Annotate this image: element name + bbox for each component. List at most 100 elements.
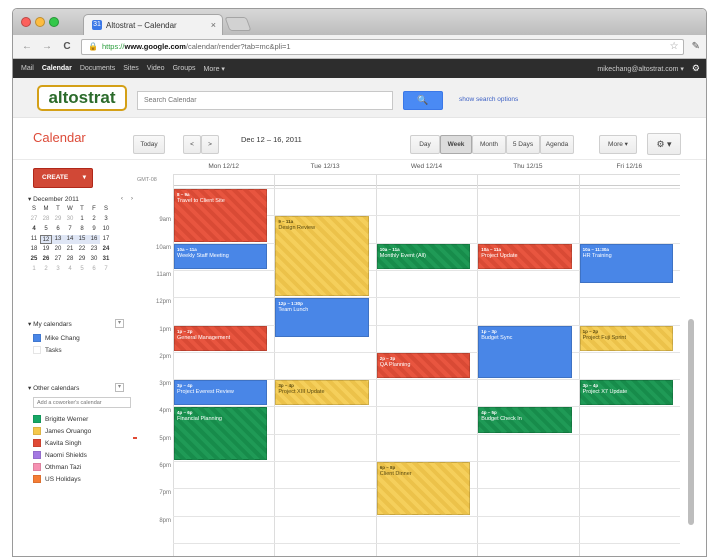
day-header[interactable]: Thu 12/15 (477, 160, 578, 174)
calendar-event[interactable]: 3p – 4p Project Everest Review (174, 380, 268, 406)
calendar-color-swatch[interactable] (33, 334, 41, 342)
mini-calendar-day[interactable]: 21 (64, 245, 76, 254)
view-day-button[interactable]: Day (410, 135, 440, 154)
mini-calendar-day[interactable]: 24 (100, 245, 112, 254)
mini-calendar-day[interactable]: 15 (76, 235, 88, 244)
my-calendars-header[interactable]: ▾ My calendars ▾ (28, 319, 128, 328)
gbar-item-sites[interactable]: Sites (123, 65, 139, 72)
calendar-color-swatch[interactable] (33, 463, 41, 471)
day-header[interactable]: Wed 12/14 (376, 160, 477, 174)
zoom-window-icon[interactable] (49, 17, 59, 27)
mini-calendar-day[interactable]: 13 (52, 235, 64, 244)
mini-calendar-day[interactable]: 18 (28, 245, 40, 254)
calendar-color-swatch[interactable] (33, 346, 41, 354)
search-input[interactable] (137, 91, 393, 110)
calendar-event[interactable]: 1p – 2p General Management (174, 325, 268, 351)
gbar-item-mail[interactable]: Mail (21, 65, 34, 72)
calendar-color-swatch[interactable] (33, 427, 41, 435)
mini-calendar-day[interactable]: 1 (28, 265, 40, 274)
mini-calendar-day[interactable]: 14 (64, 235, 76, 244)
reload-icon[interactable]: C (61, 41, 73, 52)
mini-calendar-day[interactable]: 12 (40, 235, 52, 244)
mini-calendar-day[interactable]: 30 (88, 255, 100, 264)
mini-calendar-day[interactable]: 30 (64, 215, 76, 224)
search-button[interactable]: 🔍 (403, 91, 443, 110)
mini-calendar-day[interactable]: 3 (100, 215, 112, 224)
calendar-event[interactable]: 10a – 11a Monthly Event (All) (376, 243, 471, 269)
calendar-event[interactable]: 2p – 3p QA Planning (376, 352, 471, 379)
calendar-event[interactable]: 10a – 11a Weekly Staff Meeting (174, 243, 268, 269)
mini-calendar-title[interactable]: ▾ December 2011 (28, 195, 79, 203)
add-coworker-input[interactable] (33, 397, 131, 408)
mini-calendar-day[interactable]: 29 (52, 215, 64, 224)
mini-calendar-day[interactable]: 7 (100, 265, 112, 274)
create-dropdown-icon[interactable]: ▾ (83, 169, 86, 187)
mini-calendar-day[interactable]: 16 (88, 235, 100, 244)
calendar-event[interactable]: 10a – 11a Project Update (478, 243, 572, 269)
gbar-item-documents[interactable]: Documents (80, 65, 115, 72)
calendar-event[interactable]: 3p – 4p Project XIII Update (275, 380, 369, 406)
mini-calendar-day[interactable]: 23 (88, 245, 100, 254)
wrench-icon[interactable]: ✎ (692, 41, 700, 52)
mini-calendar-day[interactable]: 29 (76, 255, 88, 264)
mini-calendar-day[interactable]: 20 (52, 245, 64, 254)
prev-week-button[interactable]: < (183, 135, 201, 154)
new-tab-button[interactable] (224, 17, 252, 31)
mini-calendar-day[interactable]: 26 (40, 255, 52, 264)
other-calendars-menu-icon[interactable]: ▾ (115, 383, 124, 392)
other-calendar-item[interactable]: US Holidays (33, 473, 91, 485)
view-5days-button[interactable]: 5 Days (506, 135, 540, 154)
calendar-event[interactable]: 9 – 11a Design Review (275, 216, 369, 297)
calendar-event[interactable]: 6p – 8p Client Dinner (376, 462, 471, 515)
day-header[interactable]: Fri 12/16 (579, 160, 680, 174)
mini-calendar-arrows[interactable]: ‹ › (121, 195, 136, 203)
calendar-event[interactable]: 12p – 1:30p Team Lunch (275, 298, 369, 338)
calendar-event[interactable]: 1p – 3p Budget Sync (478, 325, 572, 379)
my-calendar-item[interactable]: Tasks (33, 344, 80, 356)
gbar-item-groups[interactable]: Groups (173, 65, 196, 72)
altostrat-logo[interactable]: altostrat (37, 85, 127, 111)
calendar-color-swatch[interactable] (33, 475, 41, 483)
bookmark-star-icon[interactable]: ☆ (670, 41, 679, 52)
other-calendar-item[interactable]: Kavita Singh (33, 437, 91, 449)
mini-calendar-day[interactable]: 1 (76, 215, 88, 224)
gbar-item-more[interactable]: More ▾ (204, 65, 225, 73)
mini-calendar-day[interactable]: 10 (100, 225, 112, 234)
calendar-event[interactable]: 4p – 6p Financial Planning (174, 407, 268, 460)
view-agenda-button[interactable]: Agenda (540, 135, 574, 154)
mini-calendar-day[interactable]: 2 (40, 265, 52, 274)
mini-calendar-day[interactable]: 4 (28, 225, 40, 234)
all-day-row[interactable] (173, 174, 680, 186)
forward-arrow-icon[interactable]: → (41, 41, 53, 52)
calendar-color-swatch[interactable] (33, 451, 41, 459)
my-calendars-menu-icon[interactable]: ▾ (115, 319, 124, 328)
mini-calendar-day[interactable]: 8 (76, 225, 88, 234)
gbar-item-video[interactable]: Video (147, 65, 165, 72)
next-week-button[interactable]: > (201, 135, 219, 154)
day-header[interactable]: Mon 12/12 (173, 160, 274, 174)
search-options-link[interactable]: show search options (459, 96, 518, 103)
other-calendar-item[interactable]: Othman Tazi (33, 461, 91, 473)
view-month-button[interactable]: Month (472, 135, 506, 154)
account-email[interactable]: mikechang@altostrat.com ▾ (597, 65, 684, 73)
calendar-color-swatch[interactable] (33, 439, 41, 447)
other-calendar-item[interactable]: Brigitte Werner (33, 413, 91, 425)
calendar-event[interactable]: 4p – 5p Budget Check In (478, 407, 572, 433)
other-calendars-header[interactable]: ▾ Other calendars ▾ (28, 383, 128, 392)
mini-calendar-day[interactable]: 6 (88, 265, 100, 274)
grid-scrollbar[interactable] (688, 319, 694, 525)
mini-calendar-day[interactable]: 19 (40, 245, 52, 254)
mini-calendar-day[interactable]: 25 (28, 255, 40, 264)
calendar-event[interactable]: 8 – 9a Travel to Client Site (174, 189, 268, 242)
mini-calendar-day[interactable]: 9 (88, 225, 100, 234)
create-button[interactable]: CREATE ▾ (33, 168, 93, 188)
tab-close-icon[interactable]: × (211, 20, 216, 30)
mini-calendar-day[interactable]: 7 (64, 225, 76, 234)
other-calendar-item[interactable]: James Oruango (33, 425, 91, 437)
view-week-button[interactable]: Week (440, 135, 472, 154)
mini-calendar-day[interactable]: 5 (76, 265, 88, 274)
address-bar[interactable]: 🔒 https://www.google.com/calendar/render… (81, 38, 684, 55)
mini-calendar-day[interactable]: 27 (28, 215, 40, 224)
day-header[interactable]: Tue 12/13 (274, 160, 375, 174)
calendar-event[interactable]: 3p – 4p Project X7 Update (579, 380, 673, 406)
